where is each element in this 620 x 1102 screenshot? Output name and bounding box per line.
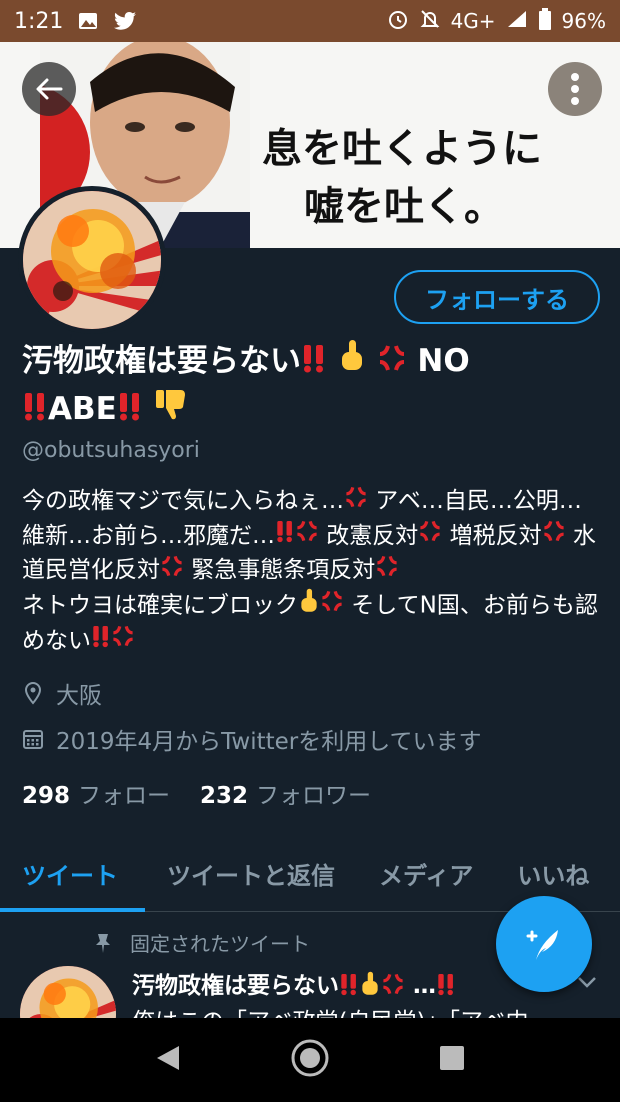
anger-symbol-icon bbox=[111, 624, 135, 658]
anger-symbol-icon bbox=[344, 485, 368, 519]
compose-feather-icon bbox=[526, 930, 558, 960]
double-exclamation-icon bbox=[91, 624, 111, 658]
profile-bio: 今の政権マジで気に入らねぇ… アベ…自民…公明…維新…お前ら…邪魔だ… 改憲反対… bbox=[22, 484, 602, 658]
profile-avatar[interactable] bbox=[18, 186, 166, 334]
image-notification-icon bbox=[77, 10, 99, 32]
anger-symbol-icon bbox=[542, 519, 566, 553]
tab-media[interactable]: メディア bbox=[357, 832, 495, 911]
mute-icon bbox=[419, 8, 441, 35]
display-name-abe: ABE bbox=[48, 391, 117, 427]
profile-joined-date: 2019年4月からTwitterを利用しています bbox=[22, 722, 482, 756]
middle-finger-icon bbox=[298, 588, 320, 624]
anger-symbol-icon bbox=[418, 519, 442, 553]
anger-symbol-icon bbox=[381, 972, 405, 1002]
double-exclamation-icon bbox=[22, 388, 48, 434]
tweet-author-name-text: 汚物政権は要らない bbox=[132, 973, 339, 999]
banner-caption-line1: 息を吐くように bbox=[262, 126, 542, 172]
tab-tweets-and-replies[interactable]: ツイートと返信 bbox=[145, 832, 357, 911]
battery-icon bbox=[538, 7, 552, 35]
triangle-back-icon bbox=[156, 1046, 179, 1070]
profile-handle: @obutsuhasyori bbox=[22, 438, 200, 463]
circle-home-icon bbox=[291, 1039, 329, 1077]
bio-text: 緊急事態条項反対 bbox=[184, 557, 376, 583]
location-text: 大阪 bbox=[56, 683, 102, 709]
banner-caption: 息を吐くように 嘘を吐く。 bbox=[262, 120, 542, 236]
bio-text: 増税反対 bbox=[442, 522, 542, 549]
arrow-left-icon bbox=[36, 78, 63, 100]
status-time: 1:21 bbox=[14, 8, 64, 34]
calendar-icon bbox=[23, 730, 43, 749]
profile-display-name: 汚物政権は要らない NO ABE bbox=[22, 338, 602, 434]
display-name-no: NO bbox=[417, 343, 470, 379]
compose-tweet-button[interactable] bbox=[496, 896, 592, 992]
profile-location: 大阪 bbox=[22, 676, 102, 710]
anger-symbol-icon bbox=[375, 554, 399, 588]
more-options-button[interactable] bbox=[548, 62, 602, 116]
following-label: フォロー bbox=[78, 783, 171, 809]
nav-back-button[interactable] bbox=[155, 1044, 181, 1076]
nav-recents-button[interactable] bbox=[439, 1045, 465, 1075]
rising-sun-flag-burning-image bbox=[23, 191, 161, 329]
double-exclamation-icon bbox=[436, 972, 456, 1002]
following-count-link[interactable]: 298 フォロー bbox=[22, 776, 170, 810]
bio-text: 今の政権マジで気に入らねぇ… bbox=[22, 488, 344, 514]
signal-icon bbox=[506, 9, 528, 34]
tweet-author-name[interactable]: 汚物政権は要らない … bbox=[132, 966, 456, 1003]
follow-counts: 298 フォロー 232 フォロワー bbox=[22, 776, 371, 810]
joined-text: 2019年4月からTwitterを利用しています bbox=[56, 729, 482, 755]
battery-level: 96% bbox=[561, 9, 606, 33]
followers-label: フォロワー bbox=[256, 783, 372, 809]
double-exclamation-icon bbox=[339, 972, 359, 1002]
banner-caption-line2: 嘘を吐く。 bbox=[304, 184, 504, 230]
anger-symbol-icon bbox=[295, 519, 319, 553]
status-bar: 1:21 4G+ 96% bbox=[0, 0, 620, 42]
double-exclamation-icon bbox=[117, 388, 143, 434]
tab-tweets[interactable]: ツイート bbox=[0, 832, 145, 912]
bio-text: ネトウヨは確実にブロック bbox=[22, 592, 298, 618]
middle-finger-icon bbox=[359, 971, 381, 1003]
chevron-down-icon bbox=[578, 977, 596, 988]
middle-finger-icon bbox=[338, 339, 366, 386]
bio-text: 改憲反対 bbox=[319, 522, 419, 549]
twitter-notification-icon bbox=[113, 10, 137, 32]
system-navigation-bar bbox=[0, 1018, 620, 1102]
network-type: 4G+ bbox=[450, 9, 496, 33]
followers-count-link[interactable]: 232 フォロワー bbox=[200, 776, 371, 810]
pin-icon bbox=[96, 933, 110, 953]
square-recents-icon bbox=[440, 1046, 465, 1070]
alarm-icon bbox=[387, 8, 409, 35]
thumbs-down-icon bbox=[154, 387, 188, 434]
back-button[interactable] bbox=[22, 62, 76, 116]
follow-button[interactable]: フォローする bbox=[394, 270, 600, 324]
nav-home-button[interactable] bbox=[290, 1038, 330, 1082]
following-count: 298 bbox=[22, 783, 71, 809]
location-pin-icon bbox=[24, 681, 42, 705]
pinned-label-text: 固定されたツイート bbox=[130, 932, 310, 956]
double-exclamation-icon bbox=[301, 340, 327, 386]
anger-symbol-icon bbox=[377, 340, 407, 386]
followers-count: 232 bbox=[200, 783, 249, 809]
tweet-author-name-tail: … bbox=[413, 973, 437, 999]
double-exclamation-icon bbox=[275, 519, 295, 553]
anger-symbol-icon bbox=[160, 554, 184, 588]
anger-symbol-icon bbox=[320, 589, 344, 623]
display-name-text: 汚物政権は要らない bbox=[22, 343, 301, 379]
pinned-tweet-label: 固定されたツイート bbox=[94, 928, 310, 957]
vertical-dots-icon bbox=[571, 73, 579, 105]
